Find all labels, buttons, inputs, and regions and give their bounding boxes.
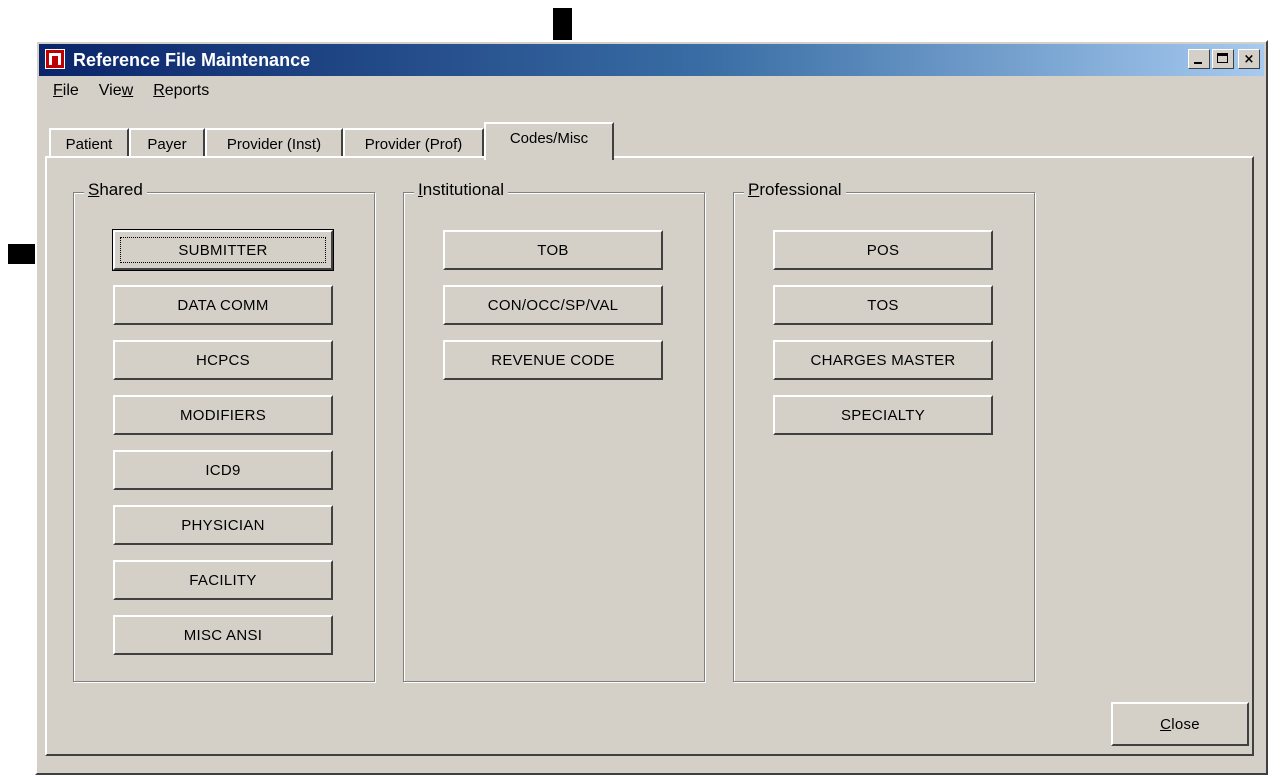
hcpcs-button[interactable]: HCPCS (113, 340, 333, 380)
pos-button[interactable]: POS (773, 230, 993, 270)
close-icon: × (1243, 51, 1255, 67)
data-comm-button[interactable]: DATA COMM (113, 285, 333, 325)
specialty-button[interactable]: SPECIALTY (773, 395, 993, 435)
window-title: Reference File Maintenance (73, 50, 311, 70)
minimize-button[interactable] (1188, 49, 1210, 69)
tos-button[interactable]: TOS (773, 285, 993, 325)
app-icon[interactable] (45, 49, 65, 69)
title-bar[interactable]: Reference File Maintenance × (39, 44, 1264, 76)
facility-button[interactable]: FACILITY (113, 560, 333, 600)
menu-view[interactable]: View (97, 82, 135, 100)
institutional-group-label: Institutional (414, 180, 509, 200)
codes-misc-panel: Shared SUBMITTER DATA COMM HCPCS MODIFIE… (45, 156, 1254, 756)
charges-master-button[interactable]: CHARGES MASTER (773, 340, 993, 380)
icd9-button[interactable]: ICD9 (113, 450, 333, 490)
menu-bar: File View Reports (51, 82, 211, 100)
close-button[interactable]: Close (1111, 702, 1249, 746)
tab-payer[interactable]: Payer (129, 128, 205, 158)
physician-button[interactable]: PHYSICIAN (113, 505, 333, 545)
shared-group-label: Shared (84, 180, 147, 200)
reference-file-maintenance-window: Reference File Maintenance × File View R… (35, 40, 1268, 775)
professional-group: Professional POS TOS CHARGES MASTER SPEC… (733, 180, 1035, 682)
tab-provider-prof[interactable]: Provider (Prof) (343, 128, 484, 158)
minimize-icon (1194, 62, 1202, 64)
menu-reports[interactable]: Reports (151, 82, 211, 100)
close-window-button[interactable]: × (1238, 49, 1260, 69)
modifiers-button[interactable]: MODIFIERS (113, 395, 333, 435)
tab-patient[interactable]: Patient (49, 128, 129, 158)
shared-group: Shared SUBMITTER DATA COMM HCPCS MODIFIE… (73, 180, 375, 682)
tab-codes-misc[interactable]: Codes/Misc (484, 122, 614, 160)
revenue-code-button[interactable]: REVENUE CODE (443, 340, 663, 380)
con-occ-sp-val-button[interactable]: CON/OCC/SP/VAL (443, 285, 663, 325)
maximize-icon (1217, 53, 1228, 63)
professional-group-label: Professional (744, 180, 846, 200)
menu-file[interactable]: File (51, 82, 81, 100)
institutional-group: Institutional TOB CON/OCC/SP/VAL REVENUE… (403, 180, 705, 682)
tob-button[interactable]: TOB (443, 230, 663, 270)
tab-provider-inst[interactable]: Provider (Inst) (205, 128, 343, 158)
maximize-button[interactable] (1212, 49, 1234, 69)
submitter-button[interactable]: SUBMITTER (112, 229, 334, 271)
misc-ansi-button[interactable]: MISC ANSI (113, 615, 333, 655)
